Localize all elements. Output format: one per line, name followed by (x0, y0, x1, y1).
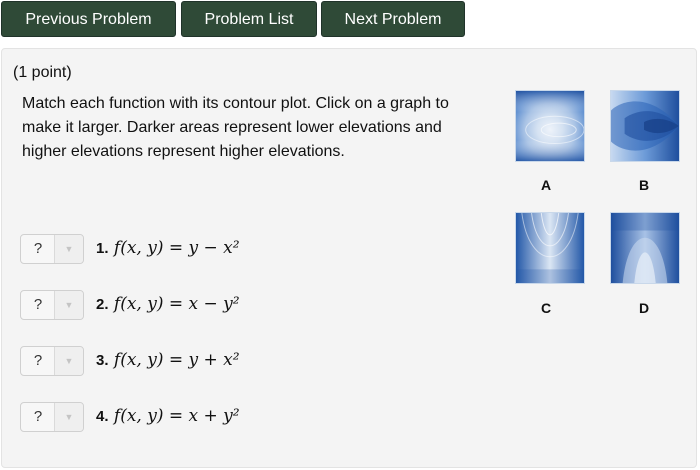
contour-plot-c-label: C (540, 300, 552, 316)
contour-plot-b-label: B (638, 177, 650, 193)
function-expression: f(x, y) = y − x² (113, 238, 240, 258)
problem-prompt: Match each function with its contour plo… (22, 95, 449, 160)
chevron-down-icon: ▼ (54, 347, 83, 375)
question-number: 4. (96, 408, 109, 425)
contour-plot-c-icon (516, 213, 584, 283)
answer-select-value: ? (33, 240, 43, 257)
function-expression: f(x, y) = y + x² (113, 350, 240, 370)
contour-plot-d-label: D (638, 300, 650, 316)
previous-problem-button[interactable]: Previous Problem (1, 1, 176, 37)
chevron-down-icon: ▼ (54, 291, 83, 319)
answer-select-value: ? (33, 296, 43, 313)
contour-plot-a-icon (516, 91, 584, 161)
chevron-down-icon: ▼ (54, 235, 83, 263)
contour-plot-a-label: A (540, 177, 552, 193)
answer-select-value: ? (33, 408, 43, 425)
answer-select-value: ? (33, 352, 43, 369)
contour-plot-a[interactable] (515, 90, 585, 162)
contour-plot-c[interactable] (515, 212, 585, 284)
function-2: 2. f(x, y) = x − y² (96, 294, 240, 314)
contour-plot-b-icon (611, 91, 679, 161)
function-3: 3. f(x, y) = y + x² (96, 350, 240, 370)
answer-select-4[interactable]: ? ▼ (20, 402, 84, 432)
contour-plot-d-icon (611, 213, 679, 283)
question-number: 1. (96, 240, 109, 257)
problem-list-button[interactable]: Problem List (181, 1, 317, 37)
function-expression: f(x, y) = x − y² (113, 294, 240, 314)
answer-select-1[interactable]: ? ▼ (20, 234, 84, 264)
question-number: 2. (96, 296, 109, 313)
question-number: 3. (96, 352, 109, 369)
contour-plot-b[interactable] (610, 90, 680, 162)
function-1: 1. f(x, y) = y − x² (96, 238, 240, 258)
next-problem-button[interactable]: Next Problem (321, 1, 465, 37)
answer-select-3[interactable]: ? ▼ (20, 346, 84, 376)
problem-points: (1 point) (13, 64, 72, 81)
contour-plot-d[interactable] (610, 212, 680, 284)
answer-select-2[interactable]: ? ▼ (20, 290, 84, 320)
function-4: 4. f(x, y) = x + y² (96, 406, 240, 426)
function-expression: f(x, y) = x + y² (113, 406, 240, 426)
chevron-down-icon: ▼ (54, 403, 83, 431)
